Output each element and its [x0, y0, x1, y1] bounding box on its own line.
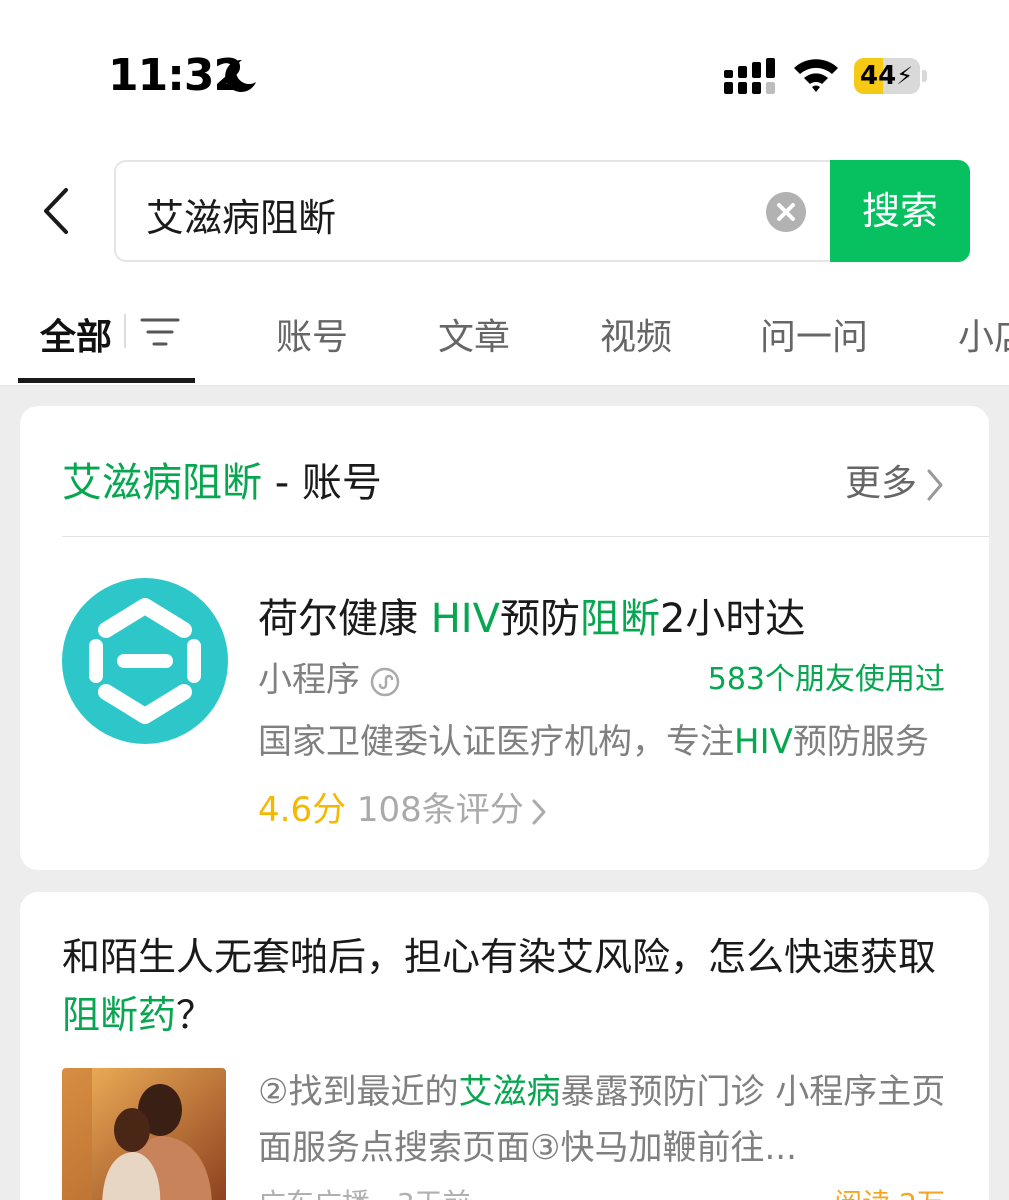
search-button[interactable]: 搜索	[830, 160, 970, 262]
active-tab-indicator	[18, 378, 195, 383]
status-bar: 11:32 44⚡	[0, 0, 1009, 150]
divider	[62, 536, 989, 537]
search-input[interactable]: 艾滋病阻断 搜索	[114, 160, 970, 262]
rating-row[interactable]: 4.6分 108条评分	[258, 782, 548, 831]
chevron-left-icon[interactable]	[36, 186, 76, 236]
tab-shop[interactable]: 小店	[958, 308, 1009, 360]
wifi-icon	[794, 59, 838, 92]
battery-body: 44⚡	[854, 58, 920, 94]
tab-ask[interactable]: 问一问	[760, 308, 868, 360]
mini-program-title[interactable]: 荷尔健康 HIV预防阻断2小时达	[258, 586, 805, 644]
moon-icon	[225, 59, 256, 92]
mini-program-icon	[370, 667, 400, 696]
mini-program-description: 国家卫健委认证医疗机构，专注HIV预防服务	[258, 722, 929, 762]
tab-divider	[124, 314, 126, 348]
chevron-right-icon	[927, 469, 943, 501]
cellular-signal-icon	[724, 58, 775, 94]
article-title[interactable]: 和陌生人无套啪后，担心有染艾风险，怎么快速获取阻断药？	[62, 928, 952, 1044]
account-result-card: 艾滋病阻断 - 账号 更多 荷尔健康 HIV预防阻断2小时达 小程序 583个朋…	[20, 406, 989, 870]
filter-tabs: 全部 账号 文章 视频 问一问 小店	[0, 290, 1009, 386]
search-query-text[interactable]: 艾滋病阻断	[146, 187, 336, 242]
article-meta: 广东广播 · 3天前	[258, 1182, 471, 1200]
rating-score: 4.6分	[258, 790, 347, 830]
chevron-right-icon	[532, 799, 546, 824]
review-count: 108条评分	[356, 790, 524, 830]
clear-icon[interactable]	[766, 192, 806, 232]
more-button[interactable]: 更多	[845, 454, 945, 506]
mini-program-type: 小程序	[258, 652, 400, 701]
article-read-count: 阅读 2万	[834, 1182, 945, 1200]
article-result-card[interactable]: 和陌生人无套啪后，担心有染艾风险，怎么快速获取阻断药？ ②找到最近的艾滋病暴露预…	[20, 892, 989, 1200]
battery-indicator: 44⚡	[854, 58, 928, 94]
search-bar: 艾滋病阻断 搜索	[0, 150, 1009, 290]
filter-icon[interactable]	[140, 314, 180, 350]
tab-articles[interactable]: 文章	[438, 308, 510, 360]
mini-program-logo[interactable]	[62, 578, 228, 744]
tab-all[interactable]: 全部	[40, 308, 112, 360]
friends-used-count: 583个朋友使用过	[707, 662, 945, 697]
tab-videos[interactable]: 视频	[600, 308, 672, 360]
tab-accounts[interactable]: 账号	[276, 308, 348, 360]
battery-level: 44⚡	[860, 61, 914, 91]
card-heading: 艾滋病阻断 - 账号	[62, 450, 382, 508]
heading-keyword: 艾滋病阻断	[62, 460, 262, 506]
battery-tip	[922, 70, 927, 82]
article-thumbnail[interactable]	[62, 1068, 226, 1200]
heading-suffix: - 账号	[262, 460, 382, 506]
article-snippet: ②找到最近的艾滋病暴露预防门诊 小程序主页面服务点搜索页面③快马加鞭前往...	[258, 1072, 946, 1168]
more-label: 更多	[844, 463, 917, 504]
